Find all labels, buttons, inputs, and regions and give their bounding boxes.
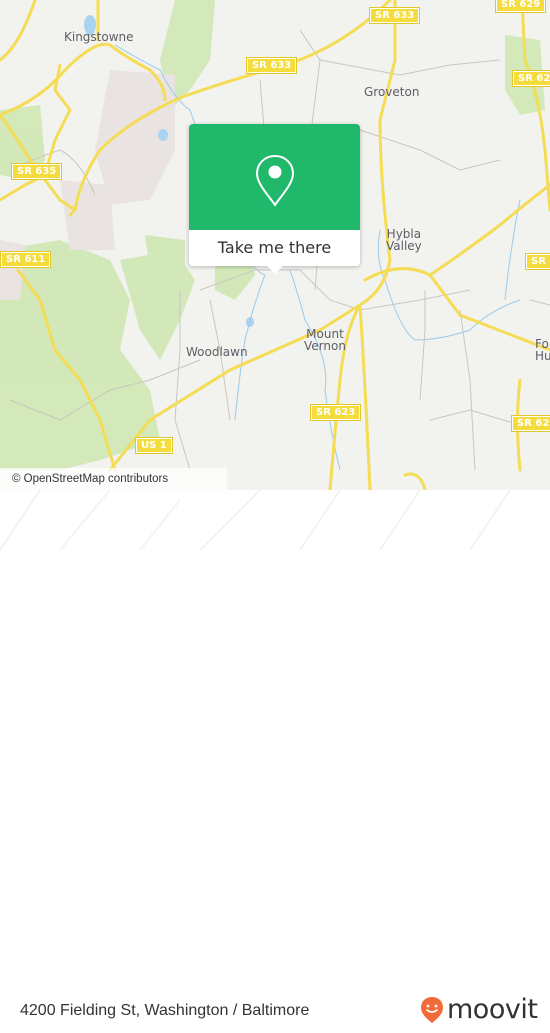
popup-pointer [266,265,284,274]
place-label-groveton: Groveton [364,85,420,99]
moovit-logo[interactable]: moovit [420,994,538,1025]
route-shield-sr629: SR 629 [510,415,550,432]
moovit-wordmark: moovit [447,994,538,1025]
popup-header [189,124,360,230]
place-label-mount-vernon: Mount Vernon [304,327,346,353]
take-me-there-button[interactable]: Take me there [189,230,360,266]
route-shield-sr629: SR 629 [494,0,547,13]
moovit-smile-pin-icon [421,997,443,1023]
footer: 4200 Fielding St, Washington / Baltimore… [0,490,550,1025]
place-label-woodlawn: Woodlawn [186,345,248,359]
route-shield-sr635: SR 635 [10,163,63,180]
route-shield-us1: US 1 [135,437,173,454]
place-label-fort-hunt: Fo Hu [535,337,550,363]
location-pin-icon [255,154,295,207]
footer-background-pattern [0,490,511,550]
address-text: 4200 Fielding St, Washington / Baltimore [20,1002,310,1019]
location-popup: Take me there [189,124,360,274]
route-shield-sr623: SR 623 [309,404,362,421]
route-shield-sr633: SR 633 [368,7,421,24]
place-label-hybla-valley: Hybla Valley [386,227,422,253]
route-shield-sr629: SR 629 [524,253,550,270]
route-shield-sr633: SR 633 [245,57,298,74]
map-attribution[interactable]: © OpenStreetMap contributors [0,468,227,490]
route-shield-sr629: SR 629 [511,70,550,87]
map-view[interactable]: Kingstowne Groveton Hybla Valley Mount V… [0,0,550,490]
place-label-kingstowne: Kingstowne [64,30,134,44]
route-shield-sr611: SR 611 [0,251,52,268]
